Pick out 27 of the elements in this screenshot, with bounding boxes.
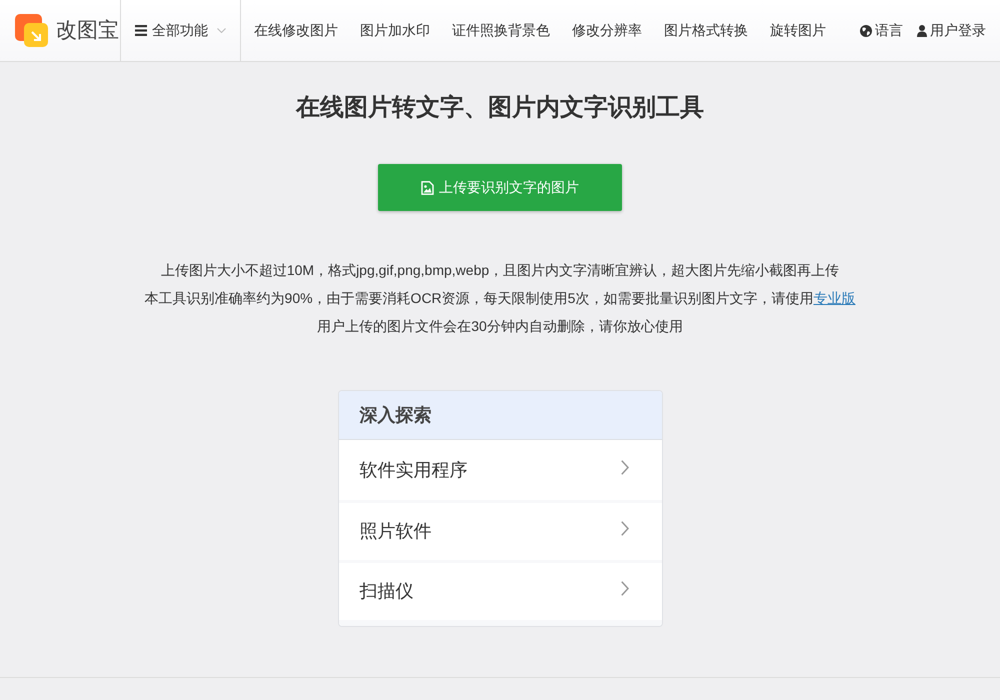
chevron-right-icon [620,521,628,536]
chevron-right-icon [620,460,628,474]
nav-link[interactable]: 图片格式转换 [653,20,759,41]
user-login-link[interactable]: 用户登录 [917,20,986,41]
user-icon [917,24,927,36]
all-features-dropdown[interactable]: 全部功能 [120,0,241,61]
chevron-right-icon [620,581,628,596]
language-link[interactable]: 语言 [860,20,903,41]
nav-link[interactable]: 旋转图片 [759,20,837,41]
explore-card-title: 深入探索 [360,404,432,426]
nav-link[interactable]: 证件照换背景色 [441,20,561,41]
menu-icon [135,25,147,36]
logo-icon [15,14,48,47]
notice-text: 上传图片大小不超过10M，格式jpg,gif,png,bmp,webp，且图片内文字清晰宜辨认，超大图片先缩小截图再上传 [160,261,840,280]
image-file-icon [421,180,434,194]
pro-version-link[interactable]: 专业版 [813,290,856,306]
globe-icon [860,24,872,36]
nav-link[interactable]: 图片加水印 [349,20,441,41]
explore-list-item[interactable]: 照片软件 [338,500,662,560]
notice-text: 用户上传的图片文件会在30分钟内自动删除，请你放心使用 [317,317,683,336]
logo-text: 改图宝 [56,20,119,41]
nav-link[interactable]: 在线修改图片 [243,20,349,41]
nav-link[interactable]: 修改分辨率 [561,20,653,41]
notice-text: 本工具识别准确率约为90%，由于需要消耗OCR资源，每天限制使用5次，如需要批量识别图片文字，请使用专业版 [144,289,856,308]
chevron-down-icon [217,28,226,33]
explore-list-item[interactable]: 软件实用程序 [338,440,662,500]
page-title: 在线图片转文字、图片内文字识别工具 [296,93,704,123]
